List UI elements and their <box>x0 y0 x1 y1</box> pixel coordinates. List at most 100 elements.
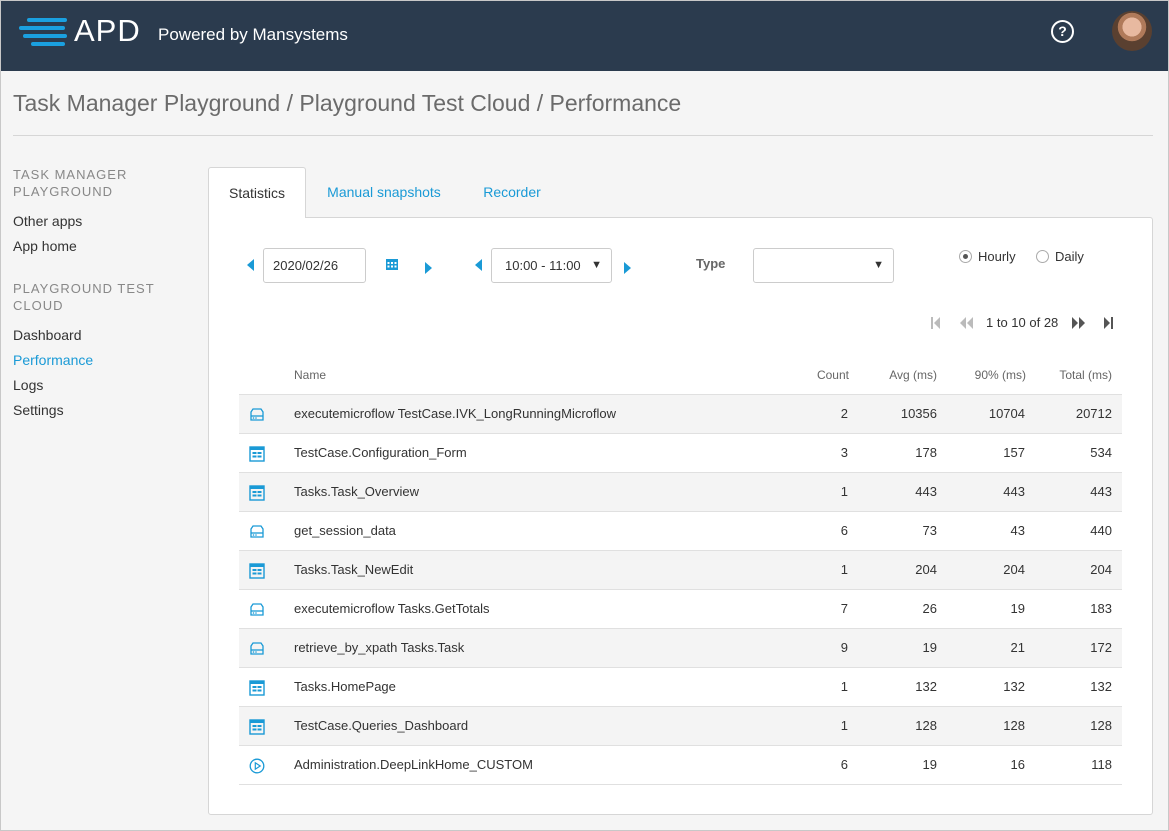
form-icon <box>249 446 265 462</box>
radio-selected-icon <box>959 250 972 263</box>
form-icon <box>249 680 265 696</box>
next-time-icon[interactable] <box>624 262 631 274</box>
daily-label: Daily <box>1055 249 1084 264</box>
prev-time-icon[interactable] <box>475 259 482 271</box>
prev-date-icon[interactable] <box>247 259 254 271</box>
row-name: retrieve_by_xpath Tasks.Task <box>294 640 465 655</box>
type-select[interactable]: ▼ <box>753 248 894 283</box>
type-label: Type <box>696 256 726 271</box>
help-icon[interactable]: ? <box>1051 20 1074 43</box>
row-name: Administration.DeepLinkHome_CUSTOM <box>294 757 533 772</box>
next-date-icon[interactable] <box>425 262 432 274</box>
database-icon <box>249 641 265 657</box>
first-page-icon[interactable] <box>931 317 941 329</box>
row-avg: 10356 <box>900 406 937 421</box>
row-avg: 19 <box>922 757 937 772</box>
table-row[interactable]: TestCase.Queries_Dashboard 1 128 128 128 <box>239 707 1122 746</box>
column-header-avg[interactable]: Avg (ms) <box>877 368 937 382</box>
table-row[interactable]: Tasks.Task_NewEdit 1 204 204 204 <box>239 551 1122 590</box>
divider <box>13 135 1153 136</box>
tab-statistics[interactable]: Statistics <box>208 167 306 218</box>
chevron-down-icon: ▼ <box>591 259 602 271</box>
column-header-count[interactable]: Count <box>789 368 849 382</box>
row-name: Tasks.Task_Overview <box>294 484 419 499</box>
row-count: 2 <box>840 406 848 421</box>
row-name: executemicroflow TestCase.IVK_LongRunnin… <box>294 406 617 421</box>
row-p90: 19 <box>1010 601 1025 616</box>
row-total: 132 <box>1090 679 1112 694</box>
row-name: get_session_data <box>294 523 396 538</box>
row-p90: 21 <box>1010 640 1025 655</box>
row-count: 6 <box>840 757 848 772</box>
play-icon <box>249 758 265 774</box>
top-bar: APD Powered by Mansystems ? <box>1 1 1168 71</box>
table-row[interactable]: executemicroflow TestCase.IVK_LongRunnin… <box>239 395 1122 434</box>
table-row[interactable]: get_session_data 6 73 43 440 <box>239 512 1122 551</box>
row-count: 6 <box>840 523 848 538</box>
form-icon <box>249 563 265 579</box>
sidebar-section-playground-cloud: PLAYGROUND TEST CLOUD <box>13 281 155 313</box>
table-row[interactable]: Tasks.HomePage 1 132 132 132 <box>239 668 1122 707</box>
calendar-icon[interactable] <box>386 258 398 270</box>
row-name: TestCase.Queries_Dashboard <box>294 718 469 733</box>
date-input[interactable]: 2020/02/26 <box>263 248 366 283</box>
row-total: 440 <box>1090 523 1112 538</box>
sidebar-item-performance[interactable]: Performance <box>13 352 93 368</box>
form-icon <box>249 719 265 735</box>
column-header-total[interactable]: Total (ms) <box>1042 368 1112 382</box>
sidebar-item-other-apps[interactable]: Other apps <box>13 213 82 229</box>
row-total: 443 <box>1090 484 1112 499</box>
row-count: 3 <box>840 445 848 460</box>
row-count: 7 <box>840 601 848 616</box>
row-avg: 132 <box>915 679 937 694</box>
row-avg: 26 <box>922 601 937 616</box>
daily-radio[interactable]: Daily <box>1036 249 1084 264</box>
logo-subtitle: Powered by Mansystems <box>158 25 348 44</box>
database-icon <box>249 524 265 540</box>
table-row[interactable]: Administration.DeepLinkHome_CUSTOM 6 19 16 1… <box>239 746 1122 785</box>
row-total: 534 <box>1090 445 1112 460</box>
row-name: TestCase.Configuration_Form <box>294 445 467 460</box>
form-icon <box>249 485 265 501</box>
row-p90: 128 <box>1003 718 1025 733</box>
next-page-icon[interactable] <box>1072 317 1085 329</box>
row-total: 20712 <box>1075 406 1112 421</box>
row-p90: 204 <box>1003 562 1025 577</box>
column-header-name[interactable]: Name <box>294 368 326 382</box>
logo-lines-icon <box>19 18 69 46</box>
row-avg: 19 <box>922 640 937 655</box>
row-avg: 73 <box>922 523 937 538</box>
avatar[interactable] <box>1112 11 1152 51</box>
sidebar-item-settings[interactable]: Settings <box>13 402 64 418</box>
last-page-icon[interactable] <box>1104 317 1114 329</box>
database-icon <box>249 602 265 618</box>
row-name: Tasks.HomePage <box>294 679 396 694</box>
table-row[interactable]: executemicroflow Tasks.GetTotals 7 26 19 183 <box>239 590 1122 629</box>
previous-page-icon[interactable] <box>960 317 973 329</box>
column-header-p90[interactable]: 90% (ms) <box>956 368 1026 382</box>
row-avg: 128 <box>915 718 937 733</box>
row-count: 1 <box>840 718 848 733</box>
table-row[interactable]: TestCase.Configuration_Form 3 178 157 534 <box>239 434 1122 473</box>
time-select[interactable]: 10:00 - 11:00 ▼ <box>491 248 612 283</box>
row-total: 183 <box>1090 601 1112 616</box>
tab-recorder[interactable]: Recorder <box>467 167 557 218</box>
table-row[interactable]: retrieve_by_xpath Tasks.Task 9 19 21 172 <box>239 629 1122 668</box>
sidebar-item-dashboard[interactable]: Dashboard <box>13 327 82 343</box>
database-icon <box>249 407 265 423</box>
row-p90: 157 <box>1003 445 1025 460</box>
row-count: 1 <box>840 562 848 577</box>
tab-manual-snapshots[interactable]: Manual snapshots <box>316 167 452 218</box>
row-total: 172 <box>1090 640 1112 655</box>
table-row[interactable]: Tasks.Task_Overview 1 443 443 443 <box>239 473 1122 512</box>
row-avg: 443 <box>915 484 937 499</box>
hourly-label: Hourly <box>978 249 1016 264</box>
row-p90: 10704 <box>988 406 1025 421</box>
row-p90: 16 <box>1010 757 1025 772</box>
row-p90: 443 <box>1003 484 1025 499</box>
sidebar-item-app-home[interactable]: App home <box>13 238 77 254</box>
hourly-radio[interactable]: Hourly <box>959 249 1016 264</box>
time-select-value: 10:00 - 11:00 <box>505 258 581 273</box>
sidebar-item-logs[interactable]: Logs <box>13 377 43 393</box>
row-name: executemicroflow Tasks.GetTotals <box>294 601 490 616</box>
